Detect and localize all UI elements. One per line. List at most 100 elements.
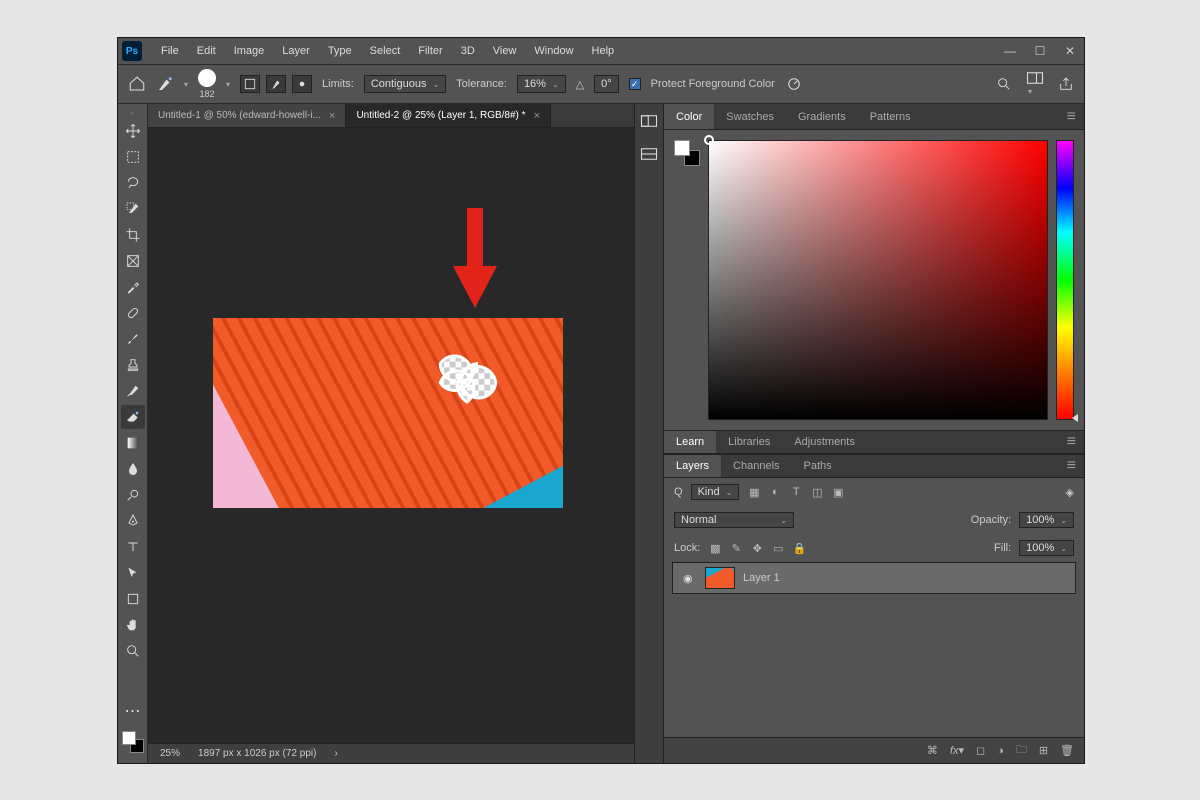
fg-bg-swatches[interactable] <box>122 731 144 753</box>
canvas[interactable] <box>148 128 634 743</box>
tab-layers[interactable]: Layers <box>664 455 721 477</box>
search-icon[interactable] <box>996 76 1012 92</box>
crop-tool[interactable] <box>121 223 145 247</box>
tab-color[interactable]: Color <box>664 104 714 129</box>
blur-tool[interactable] <box>121 457 145 481</box>
menu-filter[interactable]: Filter <box>409 41 451 61</box>
angle-input[interactable]: 0° <box>594 75 619 93</box>
new-layer-icon[interactable]: ⊞ <box>1039 744 1048 757</box>
menu-3d[interactable]: 3D <box>452 41 484 61</box>
frame-tool[interactable] <box>121 249 145 273</box>
hue-slider[interactable] <box>1056 140 1074 420</box>
layer-mask-icon[interactable]: ◻ <box>976 744 985 757</box>
close-icon[interactable]: × <box>534 110 540 122</box>
link-layers-icon[interactable]: ⌘ <box>927 744 938 757</box>
panel-menu-icon[interactable]: ≡ <box>1059 455 1084 477</box>
menu-file[interactable]: File <box>152 41 188 61</box>
pen-tool[interactable] <box>121 509 145 533</box>
panel-fg-bg-swatches[interactable] <box>674 140 700 166</box>
panel-menu-icon[interactable]: ≡ <box>1059 104 1084 129</box>
lock-artboard-icon[interactable]: ▭ <box>771 542 785 555</box>
fill-input[interactable]: 100%⌄ <box>1019 540 1074 556</box>
workspace-switcher-icon[interactable]: ▾ <box>1026 71 1044 97</box>
history-brush-tool[interactable] <box>121 379 145 403</box>
maximize-button[interactable]: ☐ <box>1032 44 1048 58</box>
filter-smart-icon[interactable]: ▣ <box>831 486 845 499</box>
gradient-tool[interactable] <box>121 431 145 455</box>
type-tool[interactable] <box>121 535 145 559</box>
menu-help[interactable]: Help <box>583 41 624 61</box>
blend-mode-select[interactable]: Normal⌄ <box>674 512 794 528</box>
path-select-tool[interactable] <box>121 561 145 585</box>
delete-layer-icon[interactable]: 🗑 <box>1060 744 1074 757</box>
minimize-button[interactable]: — <box>1002 44 1018 58</box>
filter-toggle-icon[interactable]: ◈ <box>1066 486 1074 499</box>
stamp-tool[interactable] <box>121 353 145 377</box>
brush-preset[interactable]: 182 <box>198 69 216 99</box>
menu-window[interactable]: Window <box>525 41 582 61</box>
lock-all-icon[interactable]: 🔒 <box>792 542 806 555</box>
dodge-tool[interactable] <box>121 483 145 507</box>
properties-panel-icon[interactable] <box>640 147 658 166</box>
filter-type-icon[interactable]: T <box>789 486 803 499</box>
layer-filter-kind[interactable]: Kind⌄ <box>691 484 740 500</box>
tolerance-select[interactable]: 16%⌄ <box>517 75 566 93</box>
zoom-tool[interactable] <box>121 639 145 663</box>
zoom-level[interactable]: 25% <box>160 748 180 759</box>
move-tool[interactable] <box>121 119 145 143</box>
lock-position-icon[interactable]: ✥ <box>750 542 764 555</box>
brush-pressure-toggle-icon[interactable] <box>785 75 803 93</box>
brush-angle-icon[interactable] <box>266 75 286 93</box>
tab-adjustments[interactable]: Adjustments <box>782 431 867 453</box>
hand-tool[interactable] <box>121 613 145 637</box>
eyedropper-tool[interactable] <box>121 275 145 299</box>
healing-tool[interactable] <box>121 301 145 325</box>
menu-select[interactable]: Select <box>361 41 410 61</box>
history-panel-icon[interactable] <box>640 114 658 133</box>
filter-shape-icon[interactable]: ◫ <box>810 486 824 499</box>
layer-fx-icon[interactable]: fx▾ <box>950 744 964 757</box>
home-icon[interactable] <box>128 75 146 93</box>
lock-transparency-icon[interactable]: ▩ <box>708 542 722 555</box>
brush-settings-icon[interactable] <box>240 75 260 93</box>
doc-tab-2[interactable]: Untitled-2 @ 25% (Layer 1, RGB/8#) * × <box>346 104 551 127</box>
more-tools-icon[interactable]: ⋯ <box>121 699 145 723</box>
menu-type[interactable]: Type <box>319 41 361 61</box>
visibility-icon[interactable]: ◉ <box>683 572 697 585</box>
tab-libraries[interactable]: Libraries <box>716 431 782 453</box>
opacity-input[interactable]: 100%⌄ <box>1019 512 1074 528</box>
menu-edit[interactable]: Edit <box>188 41 225 61</box>
adjustment-layer-icon[interactable]: ◑ <box>997 745 1004 757</box>
tab-learn[interactable]: Learn <box>664 431 716 453</box>
lock-paint-icon[interactable]: ✎ <box>729 542 743 555</box>
fg-swatch[interactable] <box>122 731 136 745</box>
brush-pressure-icon[interactable] <box>292 75 312 93</box>
tab-paths[interactable]: Paths <box>792 455 844 477</box>
filter-adjust-icon[interactable]: ◐ <box>768 486 782 499</box>
panel-menu-icon[interactable]: ≡ <box>1059 431 1084 453</box>
shape-tool[interactable] <box>121 587 145 611</box>
eraser-tool[interactable] <box>121 405 145 429</box>
filter-pixel-icon[interactable]: ▦ <box>747 486 761 499</box>
chevron-down-icon[interactable]: ▾ <box>226 80 230 89</box>
layer-name[interactable]: Layer 1 <box>743 572 780 584</box>
protect-fg-checkbox[interactable]: ✓ <box>629 78 641 90</box>
tool-preset-icon[interactable] <box>156 75 174 93</box>
saturation-value-picker[interactable] <box>708 140 1048 420</box>
tab-patterns[interactable]: Patterns <box>858 104 923 129</box>
close-button[interactable]: ✕ <box>1062 44 1078 58</box>
tab-swatches[interactable]: Swatches <box>714 104 786 129</box>
limits-select[interactable]: Contiguous⌄ <box>364 75 446 93</box>
tab-channels[interactable]: Channels <box>721 455 791 477</box>
group-icon[interactable]: 🗀 <box>1016 741 1027 760</box>
lasso-tool[interactable] <box>121 171 145 195</box>
status-chevron-icon[interactable]: › <box>334 748 337 759</box>
quick-select-tool[interactable] <box>121 197 145 221</box>
chevron-down-icon[interactable]: ▾ <box>184 80 188 89</box>
marquee-tool[interactable] <box>121 145 145 169</box>
tab-gradients[interactable]: Gradients <box>786 104 858 129</box>
menu-view[interactable]: View <box>484 41 526 61</box>
menu-layer[interactable]: Layer <box>273 41 319 61</box>
share-icon[interactable] <box>1058 76 1074 92</box>
close-icon[interactable]: × <box>329 110 335 122</box>
